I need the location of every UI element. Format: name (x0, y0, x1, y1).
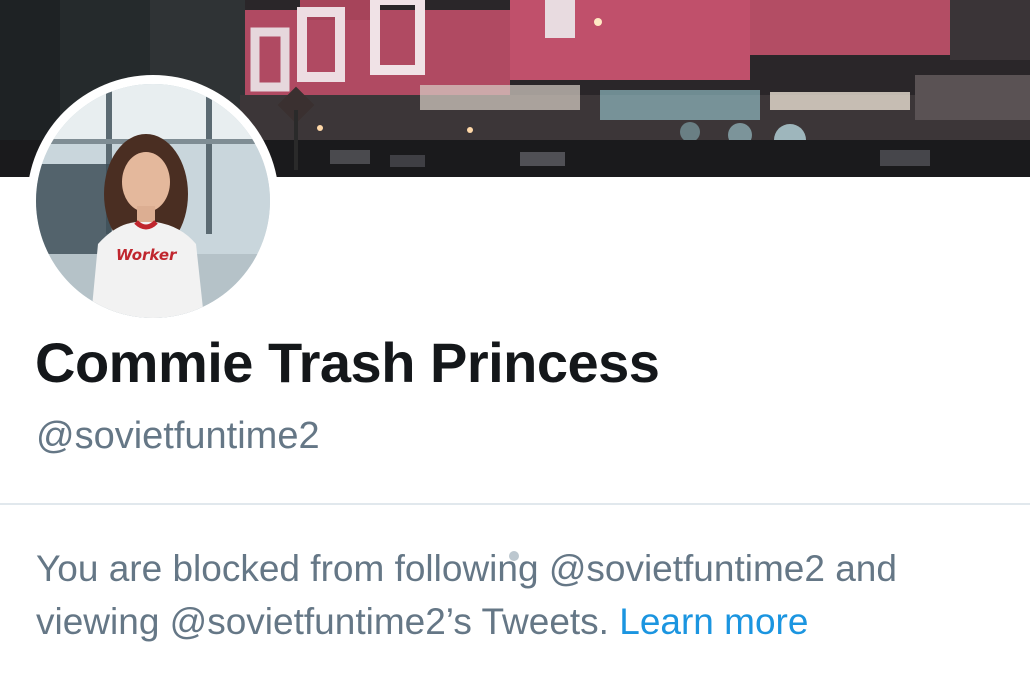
avatar-shirt-text: Worker (116, 246, 178, 264)
profile-handle: @sovietfuntime2 (36, 415, 320, 457)
profile-avatar[interactable]: Worker (27, 75, 279, 327)
section-divider (0, 503, 1030, 505)
avatar-photo: Worker (36, 84, 270, 318)
avatar-person-picture: Worker (36, 84, 270, 318)
learn-more-link[interactable]: Learn more (619, 601, 808, 642)
scroll-indicator-dot (509, 551, 519, 561)
profile-display-name: Commie Trash Princess (35, 331, 660, 394)
blocked-notice: You are blocked from following @sovietfu… (36, 542, 1016, 648)
